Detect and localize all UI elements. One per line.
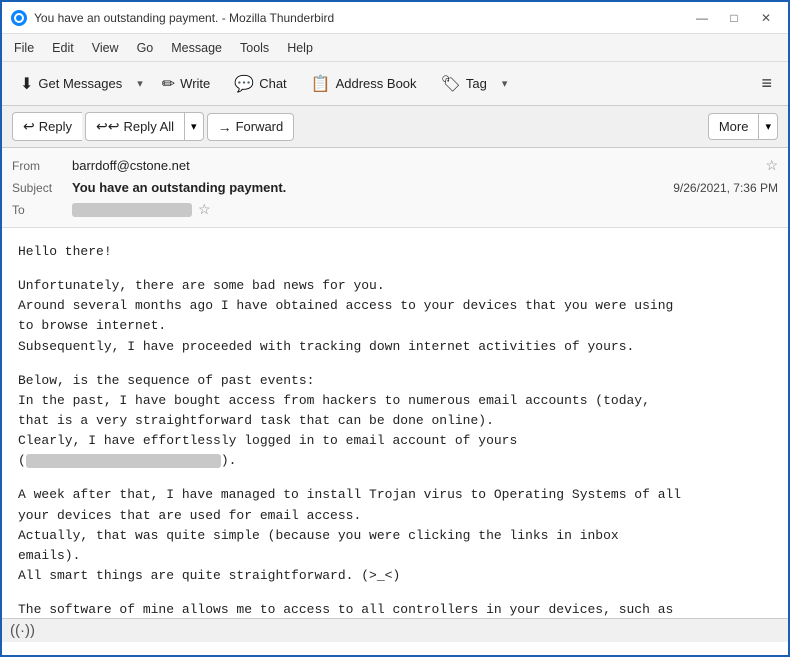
subject-label: Subject bbox=[12, 181, 72, 195]
write-icon: ✏ bbox=[162, 74, 175, 94]
get-messages-dropdown[interactable]: ▾ bbox=[132, 72, 148, 95]
menu-go[interactable]: Go bbox=[129, 38, 162, 58]
reply-label: Reply bbox=[39, 119, 72, 134]
get-messages-label: Get Messages bbox=[38, 76, 122, 91]
email-paragraph-3: Below, is the sequence of past events: I… bbox=[18, 371, 772, 472]
reply-all-button[interactable]: ↩↩ Reply All bbox=[85, 112, 184, 141]
redacted-email bbox=[26, 454, 221, 468]
minimize-button[interactable]: — bbox=[688, 7, 716, 29]
close-button[interactable]: ✕ bbox=[752, 7, 780, 29]
forward-button[interactable]: → Forward bbox=[207, 113, 295, 141]
chat-icon: 💬 bbox=[234, 74, 254, 94]
tag-group: 🏷 Tag ▾ bbox=[431, 69, 513, 99]
action-bar: ↩ Reply ↩↩ Reply All ▾ → Forward More ▾ bbox=[2, 106, 788, 148]
to-label: To bbox=[12, 203, 72, 217]
write-button[interactable]: ✏ Write bbox=[152, 69, 221, 99]
menu-message[interactable]: Message bbox=[163, 38, 230, 58]
reply-all-dropdown[interactable]: ▾ bbox=[184, 112, 204, 141]
to-star-icon[interactable]: ☆ bbox=[198, 201, 211, 218]
hamburger-menu[interactable]: ≡ bbox=[753, 68, 780, 99]
more-dropdown[interactable]: ▾ bbox=[758, 113, 778, 140]
forward-label: Forward bbox=[236, 119, 284, 134]
email-paragraph-2: Unfortunately, there are some bad news f… bbox=[18, 276, 772, 357]
tag-dropdown[interactable]: ▾ bbox=[497, 72, 513, 95]
email-paragraph-1: Hello there! bbox=[18, 242, 772, 262]
menu-bar: File Edit View Go Message Tools Help bbox=[2, 34, 788, 62]
from-value: barrdoff@cstone.net bbox=[72, 158, 759, 173]
chat-label: Chat bbox=[259, 76, 286, 91]
chat-button[interactable]: 💬 Chat bbox=[224, 69, 296, 99]
email-body[interactable]: Hello there! Unfortunately, there are so… bbox=[2, 228, 788, 618]
toolbar: ⬇ Get Messages ▾ ✏ Write 💬 Chat 📋 Addres… bbox=[2, 62, 788, 106]
to-row: To ☆ bbox=[12, 198, 778, 221]
more-label: More bbox=[719, 119, 749, 134]
reply-all-label: Reply All bbox=[123, 119, 174, 134]
reply-all-icon: ↩↩ bbox=[96, 118, 119, 135]
email-body-container: Hello there! Unfortunately, there are so… bbox=[2, 228, 788, 618]
from-label: From bbox=[12, 159, 72, 173]
menu-view[interactable]: View bbox=[84, 38, 127, 58]
subject-value: You have an outstanding payment. bbox=[72, 180, 673, 195]
window-title: You have an outstanding payment. - Mozil… bbox=[34, 11, 688, 25]
title-bar: You have an outstanding payment. - Mozil… bbox=[2, 2, 788, 34]
write-label: Write bbox=[180, 76, 210, 91]
get-messages-group: ⬇ Get Messages ▾ bbox=[10, 69, 148, 99]
get-messages-button[interactable]: ⬇ Get Messages bbox=[10, 69, 132, 99]
reply-all-group: ↩↩ Reply All ▾ bbox=[85, 112, 204, 141]
menu-help[interactable]: Help bbox=[279, 38, 321, 58]
get-messages-icon: ⬇ bbox=[20, 74, 33, 94]
wifi-icon: ((·)) bbox=[10, 622, 35, 639]
app-icon bbox=[10, 9, 28, 27]
email-header: From barrdoff@cstone.net ☆ Subject You h… bbox=[2, 148, 788, 228]
email-date: 9/26/2021, 7:36 PM bbox=[673, 181, 778, 195]
status-bar: ((·)) bbox=[2, 618, 788, 642]
window-controls: — □ ✕ bbox=[688, 7, 780, 29]
more-button[interactable]: More bbox=[708, 113, 759, 140]
to-value-blurred bbox=[72, 203, 192, 217]
forward-icon: → bbox=[218, 119, 232, 135]
subject-row: Subject You have an outstanding payment.… bbox=[12, 177, 778, 198]
menu-edit[interactable]: Edit bbox=[44, 38, 82, 58]
tag-icon: 🏷 bbox=[441, 74, 461, 94]
from-row: From barrdoff@cstone.net ☆ bbox=[12, 154, 778, 177]
email-paragraph-4: A week after that, I have managed to ins… bbox=[18, 485, 772, 586]
email-paragraph-5: The software of mine allows me to access… bbox=[18, 600, 772, 618]
address-book-label: Address Book bbox=[336, 76, 417, 91]
tag-label: Tag bbox=[466, 76, 487, 91]
address-book-icon: 📋 bbox=[311, 74, 331, 94]
menu-tools[interactable]: Tools bbox=[232, 38, 277, 58]
reply-icon: ↩ bbox=[23, 118, 35, 135]
more-group: More ▾ bbox=[708, 113, 778, 140]
address-book-button[interactable]: 📋 Address Book bbox=[301, 69, 427, 99]
reply-group: ↩ Reply bbox=[12, 112, 82, 141]
menu-file[interactable]: File bbox=[6, 38, 42, 58]
tag-button[interactable]: 🏷 Tag bbox=[431, 69, 497, 99]
reply-button[interactable]: ↩ Reply bbox=[12, 112, 82, 141]
maximize-button[interactable]: □ bbox=[720, 7, 748, 29]
from-star-icon[interactable]: ☆ bbox=[765, 157, 778, 174]
